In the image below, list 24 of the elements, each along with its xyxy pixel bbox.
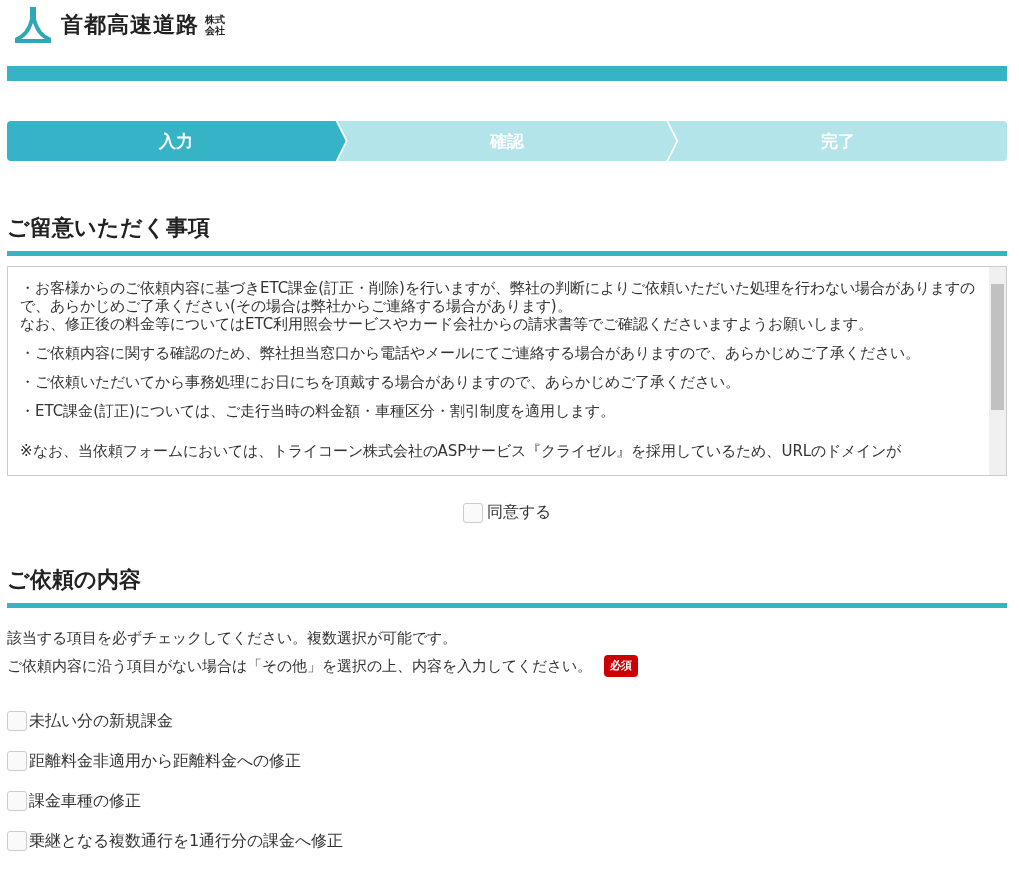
notice-paragraph: ・ご依頼内容に関する確認のため、弊社担当窓口から電話やメールにてご連絡する場合がありますので、あらかじめご了承ください。 [20,344,921,362]
option-label[interactable]: 課金車種の修正 [29,790,141,812]
notice-paragraph: ・お客様からのご依頼内容に基づきETC課金(訂正・削除)を行いますが、弊社の判断によりご依頼いただいた処理を行わない場合がありますので、あらかじめご了承ください(その場合は弊社からご連絡する場合があります)。 なお、修正後の料金等についてはETC利用照会サービスやカード会社からの請求書等でご確認くださいますようお願いします。 [20,279,976,333]
scrollbar[interactable] [989,267,1006,475]
option-label[interactable]: 未払い分の新規課金 [29,710,173,732]
notice-paragraph: ※なお、当依頼フォームにおいては、トライコーン株式会社のASPサービス『クライゼル』を採用しているため、URLのドメインが [20,442,903,460]
option-checkbox[interactable] [7,831,27,851]
notice-paragraph: ・ご依頼いただいてから事務処理にお日にちを頂戴する場合がありますので、あらかじめご了承ください。 [20,373,741,391]
instruction-text: ご依頼内容に沿う項目がない場合は「その他」を選択の上、内容を入力してください。 [7,656,592,677]
logo-suffix-text: 会社 [205,25,225,36]
logo-suffix-text: 株式 [205,14,225,25]
option-checkbox[interactable] [7,711,27,731]
section-heading: ご依頼の内容 [7,565,1007,608]
section-heading: ご留意いただく事項 [7,213,1007,256]
option-label[interactable]: 距離料金非適用から距離料金への修正 [29,750,301,772]
notice-paragraph: ・ETC課金(訂正)については、ご走行当時の料金額・車種区分・割引制度を適用します。 [20,402,616,420]
logo-text: 首都高速道路 [61,11,199,39]
option-checkbox[interactable] [7,791,27,811]
instruction-text: 該当する項目を必ずチェックしてください。複数選択が可能です。 [7,628,458,649]
agree-checkbox[interactable] [463,502,483,523]
option-label[interactable]: 乗継となる複数通行を1通行分の課金へ修正 [29,830,344,852]
required-badge: 必須 [604,655,638,677]
agree-label[interactable]: 同意する [487,502,551,523]
option-checkbox[interactable] [7,751,27,771]
